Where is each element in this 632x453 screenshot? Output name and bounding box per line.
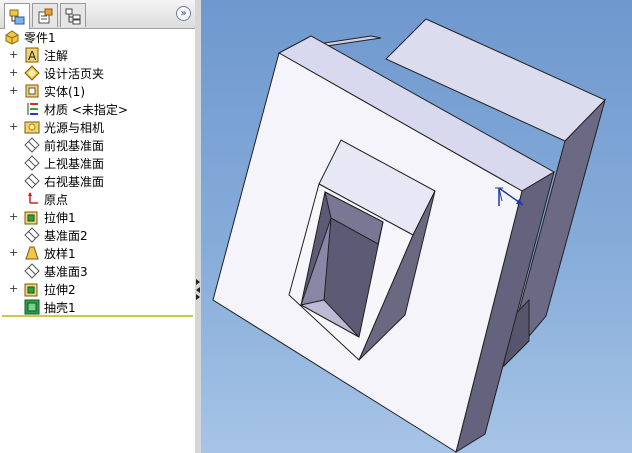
annotations-icon: A (24, 47, 40, 63)
tree-item[interactable]: 前视基准面 (24, 136, 104, 154)
expand-toggle[interactable]: + (9, 208, 18, 226)
expand-toggle[interactable]: + (9, 82, 18, 100)
tree-item[interactable]: 材质 <未指定> (24, 100, 128, 118)
plane-icon (24, 227, 40, 243)
tab-featuremanager[interactable] (4, 3, 30, 29)
plane-icon (24, 155, 40, 171)
tree-item-label: 设计活页夹 (44, 66, 105, 81)
feature-manager-panel: » 零件1 + A 注解 + 设计活页夹 + 实体(1) 材质 <未指定> + 光源与相机前视基准… (0, 0, 196, 453)
extrude-icon (24, 281, 40, 297)
tree-item-label: 光源与相机 (44, 120, 105, 135)
rollback-bar[interactable] (2, 315, 193, 317)
tree-item-label: 右视基准面 (44, 174, 105, 189)
tree-item[interactable]: 基准面2 (24, 226, 88, 244)
featuremanager-tree-icon (9, 9, 25, 24)
splitter-grip-icon[interactable] (196, 278, 200, 300)
tree-item[interactable]: 上视基准面 (24, 154, 104, 172)
expand-toggle[interactable]: + (9, 244, 18, 262)
tree-item-label: 基准面2 (44, 228, 88, 243)
tree-item-label: 基准面3 (44, 264, 88, 279)
tree-item[interactable]: 基准面3 (24, 262, 88, 280)
tree-item-label: 拉伸2 (44, 282, 76, 297)
tree-item[interactable]: 设计活页夹 (24, 64, 104, 82)
tree-item[interactable]: 光源与相机 (24, 118, 104, 136)
plane-icon (24, 137, 40, 153)
propertymanager-icon (38, 8, 53, 23)
shell-icon (24, 299, 40, 315)
tree-item[interactable]: 原点 (24, 190, 68, 208)
tree-item-label: 原点 (44, 192, 69, 207)
expand-toggle[interactable]: + (9, 64, 18, 82)
svg-text:A: A (28, 49, 37, 63)
expand-panel-button[interactable]: » (176, 6, 191, 21)
tree-item[interactable]: 拉伸1 (24, 208, 76, 226)
expand-toggle[interactable]: + (9, 46, 18, 64)
tree-item[interactable]: 放样1 (24, 244, 76, 262)
expand-toggle[interactable]: + (9, 118, 18, 136)
plane-icon (24, 173, 40, 189)
tree-item-label: 拉伸1 (44, 210, 76, 225)
lights-cameras-icon (24, 119, 40, 135)
tab-propertymanager[interactable] (32, 3, 58, 27)
tree-item[interactable]: 拉伸2 (24, 280, 76, 298)
tab-configurationmanager[interactable] (60, 3, 86, 27)
tree-item-label: 前视基准面 (44, 138, 105, 153)
material-icon (24, 101, 40, 117)
tree-item[interactable]: A 注解 (24, 46, 68, 64)
configurationmanager-icon (65, 8, 81, 24)
graphics-area[interactable] (201, 0, 632, 453)
origin-icon (24, 191, 40, 207)
tree-item-label: 放样1 (44, 246, 76, 261)
tree-item-label: 抽壳1 (44, 300, 76, 315)
part-icon (4, 29, 20, 45)
part-model-3d[interactable] (201, 0, 632, 453)
tree-item[interactable]: 实体(1) (24, 82, 85, 100)
tree-item-label: 上视基准面 (44, 156, 105, 171)
expand-toggle[interactable]: + (9, 280, 18, 298)
tree-item[interactable]: 右视基准面 (24, 172, 104, 190)
tree-item[interactable]: 抽壳1 (24, 298, 76, 316)
design-binder-icon (24, 65, 40, 81)
tree-root-label: 零件1 (24, 30, 56, 45)
solid-bodies-icon (24, 83, 40, 99)
panel-tab-bar: » (0, 0, 195, 29)
tree-item-label: 实体(1) (44, 84, 85, 99)
tree-item-label: 材质 <未指定> (44, 102, 128, 117)
tree-root[interactable]: 零件1 (4, 28, 56, 46)
loft-icon (24, 245, 40, 261)
plane-icon (24, 263, 40, 279)
extrude-icon (24, 209, 40, 225)
tree-item-label: 注解 (44, 48, 69, 63)
